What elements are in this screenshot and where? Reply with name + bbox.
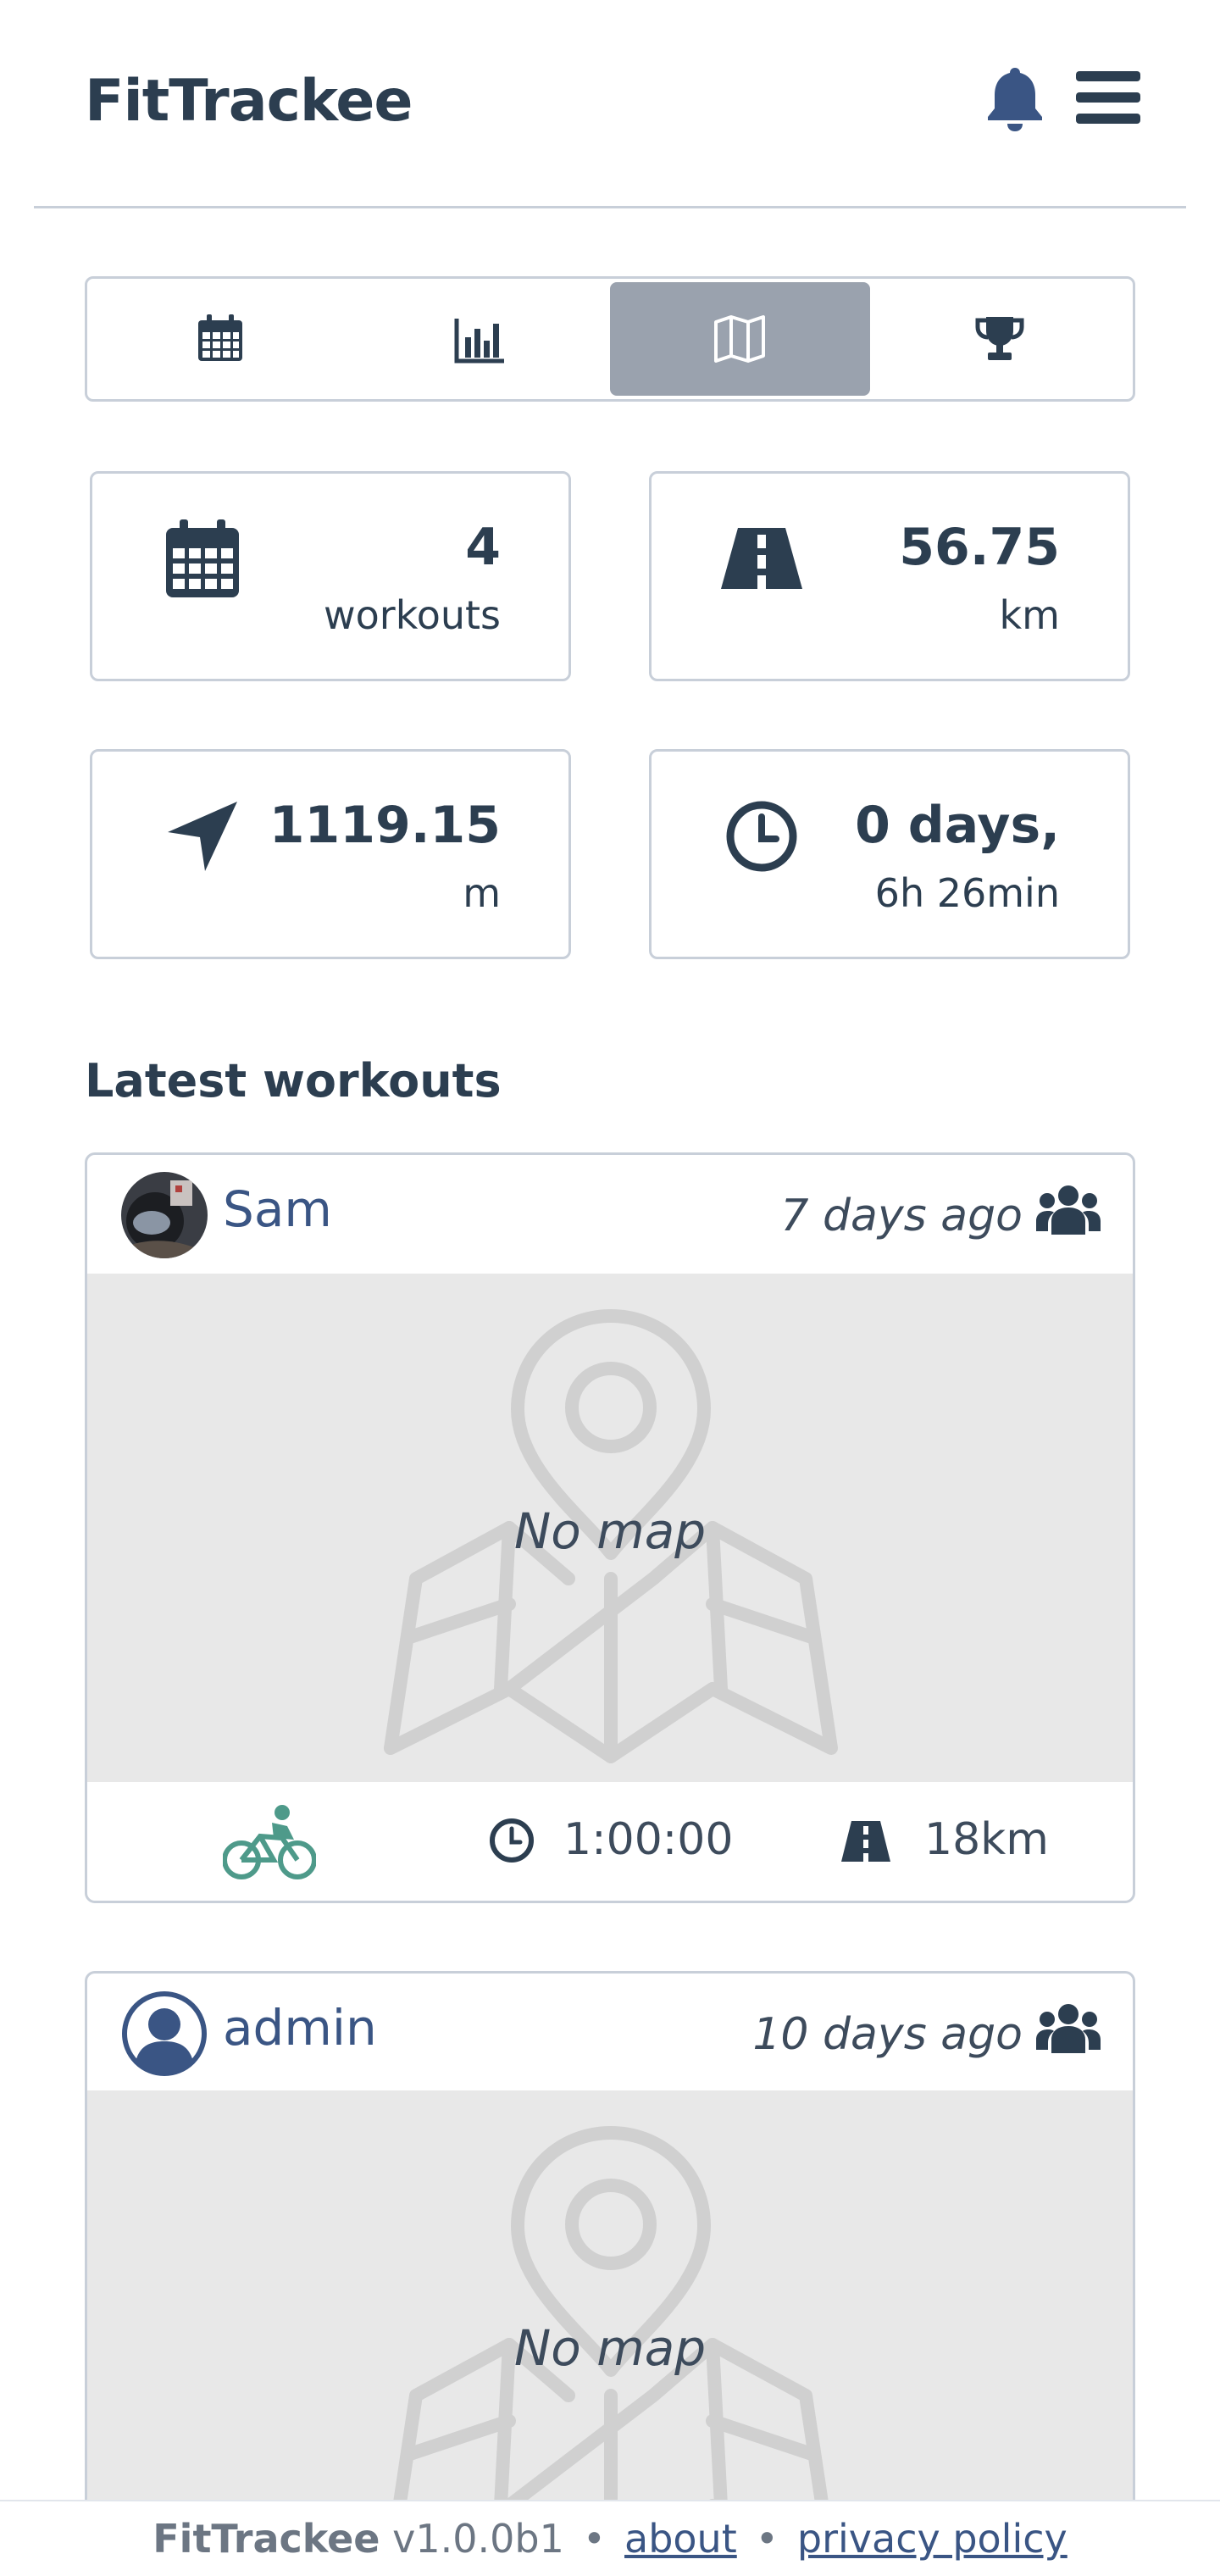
ascent-value: 1119.15 <box>269 796 501 855</box>
workout-user-link[interactable]: admin <box>223 1999 377 2057</box>
duration-value: 0 days, <box>855 796 1060 855</box>
footer-version: v1.0.0b1 <box>392 2516 564 2562</box>
workout-header: Sam 7 days ago <box>87 1155 1133 1274</box>
about-link[interactable]: about <box>624 2516 737 2562</box>
workout-date[interactable]: 7 days ago <box>780 1191 1023 1241</box>
ascent-unit: m <box>463 870 501 916</box>
workouts-count: 4 <box>465 518 501 577</box>
workout-summary: 1:00:00 18km <box>87 1782 1133 1901</box>
no-map-text: No map <box>513 1502 707 1560</box>
latest-workouts-title: Latest workouts <box>85 1054 502 1108</box>
trophy-icon <box>975 317 1024 360</box>
duration-detail: 6h 26min <box>874 870 1060 916</box>
stat-distance-card: 56.75 km <box>649 471 1130 681</box>
navbar: FitTrackee <box>34 0 1186 208</box>
workout-duration: 1:00:00 <box>563 1814 734 1865</box>
workout-header: admin 10 days ago <box>87 1974 1133 2090</box>
calendar-icon <box>160 516 245 601</box>
dashboard-tabs <box>85 276 1135 402</box>
avatar[interactable] <box>121 1990 208 2077</box>
road-icon <box>719 516 804 601</box>
distance-unit: km <box>999 592 1060 638</box>
users-icon <box>1036 1185 1101 1235</box>
workout-card[interactable]: Sam 7 days ago No map 1:00:00 18km <box>85 1152 1135 1903</box>
workout-date[interactable]: 10 days ago <box>752 2009 1023 2060</box>
clock-icon <box>490 1818 534 1863</box>
tab-statistics[interactable] <box>351 282 611 396</box>
workouts-label: workouts <box>324 592 501 638</box>
no-map-text: No map <box>513 2319 707 2377</box>
bike-icon <box>223 1805 316 1879</box>
footer-separator: • <box>755 2516 779 2562</box>
clock-icon <box>719 794 804 879</box>
stat-duration-card: 0 days, 6h 26min <box>649 749 1130 959</box>
stat-workouts-card: 4 workouts <box>90 471 571 681</box>
footer-separator: • <box>582 2516 607 2562</box>
location-arrow-icon <box>160 794 245 879</box>
tab-map[interactable] <box>610 282 870 396</box>
calendar-icon <box>198 314 243 361</box>
road-icon <box>841 1821 890 1862</box>
stat-ascent-card: 1119.15 m <box>90 749 571 959</box>
footer-brand: FitTrackee v1.0.0b1 <box>152 2516 564 2562</box>
workout-map-placeholder[interactable]: No map <box>87 1274 1133 1782</box>
bell-icon[interactable] <box>984 64 1045 132</box>
avatar[interactable] <box>121 1172 208 1258</box>
hamburger-icon[interactable] <box>1074 69 1142 125</box>
map-icon <box>714 315 766 363</box>
footer: FitTrackee v1.0.0b1 • about • privacy po… <box>0 2500 1220 2576</box>
users-icon <box>1036 2004 1101 2053</box>
app-title[interactable]: FitTrackee <box>85 68 413 135</box>
tab-records[interactable] <box>870 282 1130 396</box>
chart-icon <box>454 319 504 364</box>
workout-user-link[interactable]: Sam <box>223 1180 332 1238</box>
privacy-policy-link[interactable]: privacy policy <box>797 2516 1068 2562</box>
tab-calendar[interactable] <box>91 282 351 396</box>
footer-app-name: FitTrackee <box>152 2516 380 2562</box>
distance-value: 56.75 <box>899 518 1060 577</box>
workout-card[interactable]: admin 10 days ago No map <box>85 1971 1135 2576</box>
workout-distance: 18km <box>924 1814 1049 1865</box>
